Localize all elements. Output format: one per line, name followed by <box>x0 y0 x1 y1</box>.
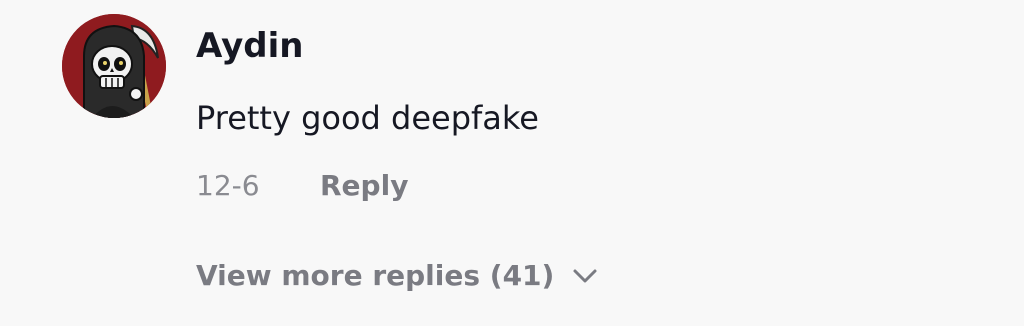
comment-username[interactable]: Aydin <box>196 20 303 72</box>
comment-text: Pretty good deepfake <box>196 99 539 137</box>
view-more-replies-label: View more replies (41) <box>196 259 555 292</box>
chevron-down-icon <box>573 269 597 283</box>
comment-item: Aydin Pretty good deepfake 12-6 Reply Vi… <box>0 0 1024 326</box>
comment-date: 12-6 <box>196 169 260 202</box>
grim-reaper-avatar-icon <box>62 14 166 118</box>
view-more-replies-button[interactable]: View more replies (41) <box>196 250 598 302</box>
comment-meta-row: 12-6 Reply <box>196 160 408 212</box>
reply-button[interactable]: Reply <box>320 160 408 212</box>
avatar[interactable] <box>62 14 166 118</box>
